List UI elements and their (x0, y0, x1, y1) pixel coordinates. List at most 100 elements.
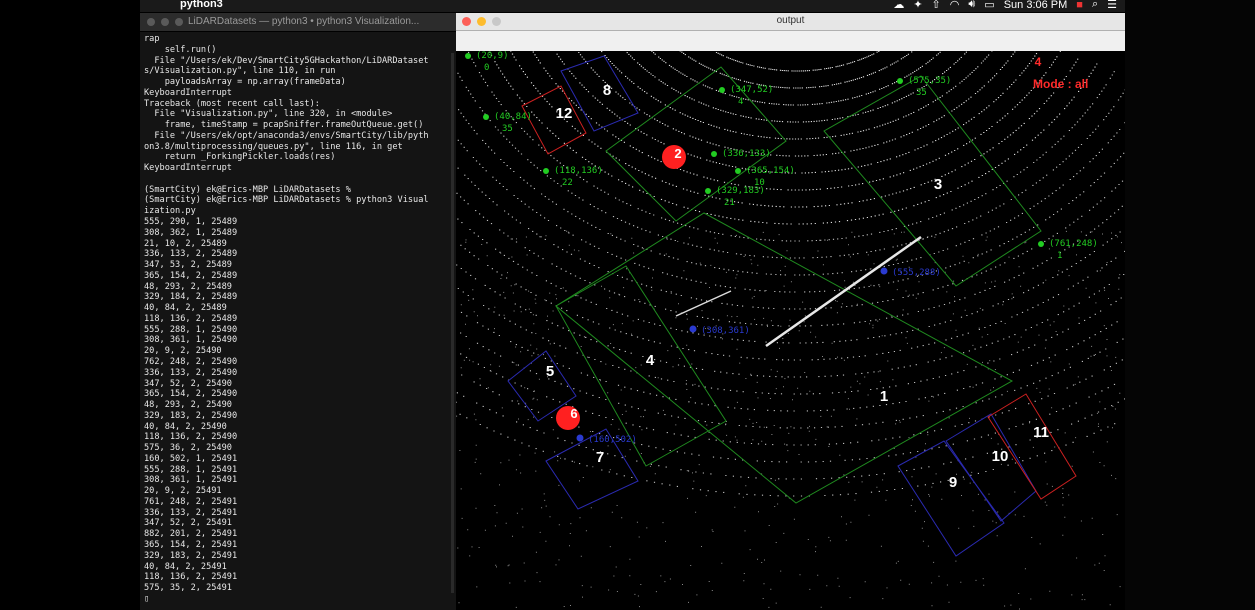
bird-icon[interactable]: ✦ (913, 0, 922, 11)
vehicle-point-coord: (308,361) (701, 326, 750, 336)
zone-label-3: 3 (934, 176, 942, 193)
zone-label-6: 6 (570, 406, 577, 421)
scan-ring (532, 51, 1061, 191)
scan-ring (460, 244, 1125, 361)
terminal-titlebar[interactable]: LiDARDatasets — python3 • python3 Visual… (140, 13, 456, 32)
tracked-point-id: 4 (738, 97, 743, 107)
zone-label-10: 10 (992, 448, 1009, 465)
tracked-point[interactable] (719, 87, 725, 93)
tracked-point[interactable] (1038, 241, 1044, 247)
zone-label-12: 12 (556, 105, 573, 122)
clock[interactable]: Sun 3:06 PM (1004, 0, 1068, 11)
output-titlebar[interactable]: output (456, 13, 1125, 31)
status-items: ☁ ✦ ⇧ ◠ 🔊︎ ▭ Sun 3:06 PM ■ ⌕ ☰ (893, 0, 1117, 11)
zone-label-4: 4 (646, 352, 655, 369)
tracked-point-id: 35 (502, 124, 513, 134)
tracked-point-coord: (118,136) (554, 166, 603, 176)
tracked-point-coord: (575,35) (908, 76, 951, 86)
tracked-point-id: 35 (916, 88, 927, 98)
zone-3 (823, 75, 1042, 287)
tracked-point-id: 22 (562, 178, 573, 188)
tracked-point[interactable] (711, 151, 717, 157)
vehicle-point-coord: (555,288) (892, 268, 941, 278)
scan-ring (457, 167, 1124, 310)
zone-label-7: 7 (596, 449, 604, 466)
scan-ring (489, 51, 1098, 225)
scan-ring (468, 51, 1115, 242)
tracked-point-id: 0 (484, 63, 489, 73)
wifi-icon[interactable]: ◠ (950, 0, 960, 11)
upload-icon[interactable]: ⇧ (932, 0, 941, 11)
close-button[interactable] (147, 18, 155, 26)
terminal-scrollbar[interactable] (451, 53, 454, 593)
tracked-point-coord: (365,154) (746, 166, 795, 176)
zone-label-1: 1 (880, 388, 888, 405)
scan-ring (458, 109, 1125, 276)
tracked-point-coord: (40,84) (494, 112, 532, 122)
tracked-point-coord: (20,9) (476, 51, 509, 61)
point-cloud (456, 51, 1125, 610)
scan-ring (456, 264, 1125, 378)
tracked-point[interactable] (543, 168, 549, 174)
scan-ring (651, 51, 941, 106)
tracked-point-coord: (761,248) (1049, 239, 1098, 249)
zone-label-8: 8 (603, 82, 611, 99)
battery-icon[interactable]: ▭ (984, 0, 994, 11)
zone-8 (560, 55, 639, 132)
terminal-title: LiDARDatasets — python3 • python3 Visual… (188, 16, 420, 27)
scan-ring (457, 139, 1125, 293)
tracked-point-id: 1 (1057, 251, 1062, 261)
scan-ring (715, 51, 880, 72)
zoom-button[interactable] (175, 18, 183, 26)
tracked-point-coord: (329,183) (716, 186, 765, 196)
record-icon[interactable]: ■ (1076, 0, 1083, 11)
lidar-visualization[interactable]: 1 3 4 5 7 8 9 10 11 12 2 6 (20,9) 0 (40,84… (456, 51, 1125, 610)
vehicle-point[interactable] (576, 434, 584, 442)
output-title: output (776, 15, 805, 26)
tracked-point[interactable] (735, 168, 741, 174)
scan-ring (510, 51, 1079, 208)
zone-9 (897, 440, 1005, 557)
output-toolbar (456, 31, 1125, 51)
zone-label-2: 2 (674, 146, 681, 161)
terminal-output[interactable]: rap self.run() File "/Users/ek/Dev/Smart… (140, 32, 456, 606)
app-menu-name[interactable]: python3 (180, 0, 223, 10)
creative-cloud-icon[interactable]: ☁ (893, 0, 904, 11)
scan-ring (679, 51, 913, 89)
mode-label: Mode : all (1033, 77, 1088, 91)
volume-icon[interactable]: 🔊︎ (968, 0, 975, 11)
vehicle-point[interactable] (689, 325, 697, 333)
scatter-noise (456, 230, 1122, 610)
scan-ring (456, 392, 1125, 480)
zone-marker-2: 2 (662, 145, 686, 169)
scan-ring (460, 311, 1118, 412)
tracked-point-id: 21 (724, 198, 735, 208)
scan-ring (457, 218, 1121, 344)
vehicle-point[interactable] (880, 267, 888, 275)
terminal-window[interactable]: LiDARDatasets — python3 • python3 Visual… (140, 13, 457, 610)
scan-ring (556, 53, 1038, 174)
vehicle-point-coord: (160,502) (588, 435, 637, 445)
minimize-button[interactable] (161, 18, 169, 26)
tracked-point-coord: (336,133) (722, 149, 771, 159)
tracked-point[interactable] (897, 78, 903, 84)
zone-label-9: 9 (949, 474, 957, 491)
tracked-point-coord: (347,52) (730, 85, 773, 95)
tracked-point[interactable] (705, 188, 711, 194)
scan-ring (457, 287, 1122, 395)
tracked-point[interactable] (465, 53, 471, 59)
tracked-point[interactable] (483, 114, 489, 120)
lidar-streak-2 (675, 290, 732, 317)
list-icon[interactable]: ☰ (1107, 0, 1117, 11)
output-window[interactable]: output 1 3 4 5 7 8 9 10 11 12 2 6 (20,9)… (456, 13, 1125, 610)
mode-count: 4 (1035, 55, 1042, 69)
zone-marker-6: 6 (556, 406, 580, 430)
zone-label-11: 11 (1033, 424, 1049, 441)
zone-label-5: 5 (546, 363, 554, 380)
search-icon[interactable]: ⌕ (1092, 0, 1098, 11)
menu-bar: python3 ☁ ✦ ⇧ ◠ 🔊︎ ▭ Sun 3:06 PM ■ ⌕ ☰ (140, 0, 1125, 12)
scan-ring (601, 51, 993, 140)
window-controls (147, 18, 183, 26)
right-dark-pane (1125, 0, 1255, 610)
scan-ring (460, 353, 1123, 446)
